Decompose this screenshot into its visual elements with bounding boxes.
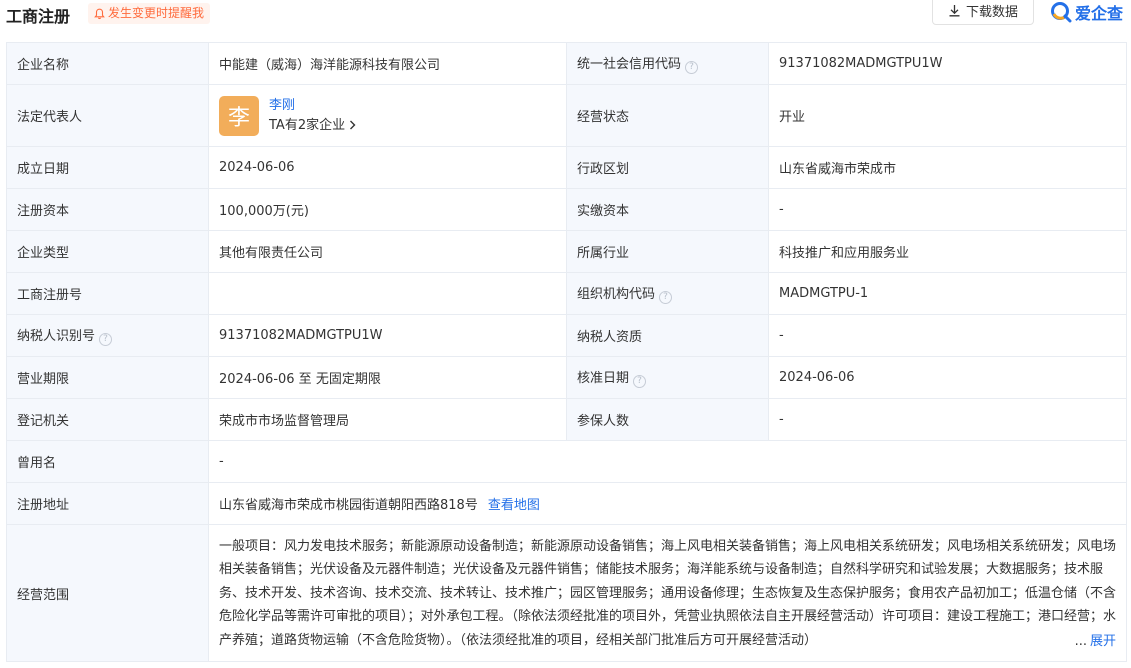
label-approval-date: 核准日期? [566,356,769,399]
remind-label: 发生变更时提醒我 [108,6,205,20]
value-org-code: MADMGTPU-1 [768,272,1127,315]
label-text: 核准日期 [577,371,630,386]
label-registration-authority: 登记机关 [6,398,209,441]
value-business-term: 2024-06-06 至 无固定期限 [208,356,567,399]
label-business-status: 经营状态 [566,84,769,147]
label-former-name: 曾用名 [6,440,209,483]
label-industry: 所属行业 [566,230,769,273]
label-taxpayer-qualification: 纳税人资质 [566,314,769,357]
download-icon [949,5,960,17]
table-row: 登记机关 荣成市市场监督管理局 参保人数 - [6,398,1127,441]
avatar[interactable]: 李 [219,95,259,136]
table-row: 成立日期 2024-06-06 行政区划 山东省威海市荣成市 [6,146,1127,189]
value-business-scope: 一般项目：风力发电技术服务；新能源原动设备制造；新能源原动设备销售；海上风电相关… [208,524,1127,662]
label-paid-capital: 实缴资本 [566,188,769,231]
value-company-name: 中能建（威海）海洋能源科技有限公司 [208,42,567,85]
section-header: 工商注册 发生变更时提醒我 下载数据 爱企查 [0,0,1131,30]
label-founded-date: 成立日期 [6,146,209,189]
label-company-name: 企业名称 [6,42,209,85]
registration-table: 企业名称 中能建（威海）海洋能源科技有限公司 统一社会信用代码? 9137108… [6,42,1127,662]
value-registration-authority: 荣成市市场监督管理局 [208,398,567,441]
legal-rep-companies-link[interactable]: TA有2家企业 [269,117,356,135]
label-taxpayer-id: 纳税人识别号? [6,314,209,357]
label-text: 统一社会信用代码 [577,57,682,72]
change-remind-button[interactable]: 发生变更时提醒我 [88,3,211,24]
value-reg-number [208,272,567,315]
value-credit-code: 91371082MADMGTPU1W [768,42,1127,85]
help-icon[interactable]: ? [99,333,113,346]
label-credit-code: 统一社会信用代码? [566,42,769,85]
value-paid-capital: - [768,188,1127,231]
value-registered-address: 山东省威海市荣成市桃园街道朝阳西路818号 查看地图 [208,482,1127,525]
label-registered-capital: 注册资本 [6,188,209,231]
value-legal-rep: 李 李刚 TA有2家企业 [208,84,567,147]
value-company-type: 其他有限责任公司 [208,230,567,273]
value-founded-date: 2024-06-06 [208,146,567,189]
label-company-type: 企业类型 [6,230,209,273]
value-approval-date: 2024-06-06 [768,356,1127,399]
business-scope-text: 一般项目：风力发电技术服务；新能源原动设备制造；新能源原动设备销售；海上风电相关… [219,538,1116,648]
rep-companies-label: TA有2家企业 [269,117,346,133]
table-row: 注册地址 山东省威海市荣成市桃园街道朝阳西路818号 查看地图 [6,482,1127,525]
help-icon[interactable]: ? [659,291,673,304]
table-row: 营业期限 2024-06-06 至 无固定期限 核准日期? 2024-06-06 [6,356,1127,399]
table-row: 纳税人识别号? 91371082MADMGTPU1W 纳税人资质 - [6,314,1127,357]
label-legal-rep: 法定代表人 [6,84,209,147]
value-former-name: - [208,440,1127,483]
aiqicha-logo: 爱企查 [1050,0,1123,24]
value-industry: 科技推广和应用服务业 [768,230,1127,273]
label-org-code: 组织机构代码? [566,272,769,315]
table-row: 工商注册号 组织机构代码? MADMGTPU-1 [6,272,1127,315]
expand-link[interactable]: 展开 [1090,634,1116,649]
value-business-status: 开业 [768,84,1127,147]
value-insured-count: - [768,398,1127,441]
label-insured-count: 参保人数 [566,398,769,441]
bell-icon [94,8,105,19]
value-admin-region: 山东省威海市荣成市 [768,146,1127,189]
help-icon[interactable]: ? [633,375,647,388]
help-icon[interactable]: ? [685,61,699,74]
table-row: 企业类型 其他有限责任公司 所属行业 科技推广和应用服务业 [6,230,1127,273]
value-registered-capital: 100,000万(元) [208,188,567,231]
view-map-link[interactable]: 查看地图 [488,498,540,513]
label-text: 组织机构代码 [577,287,656,302]
aiqicha-logo-icon [1051,2,1072,23]
download-data-button[interactable]: 下载数据 [932,0,1034,25]
label-text: 纳税人识别号 [17,329,96,344]
address-text: 山东省威海市荣成市桃园街道朝阳西路818号 [219,498,478,513]
logo-text: 爱企查 [1075,4,1124,23]
section-title: 工商注册 [6,7,71,26]
legal-rep-name-link[interactable]: 李刚 [269,97,356,115]
label-registered-address: 注册地址 [6,482,209,525]
table-row: 企业名称 中能建（威海）海洋能源科技有限公司 统一社会信用代码? 9137108… [6,42,1127,85]
value-taxpayer-id: 91371082MADMGTPU1W [208,314,567,357]
table-row: 曾用名 - [6,440,1127,483]
label-business-term: 营业期限 [6,356,209,399]
ellipsis: ... [1074,633,1087,649]
label-reg-number: 工商注册号 [6,272,209,315]
download-label: 下载数据 [965,5,1018,20]
table-row: 注册资本 100,000万(元) 实缴资本 - [6,188,1127,231]
label-business-scope: 经营范围 [6,524,209,662]
table-row: 经营范围 一般项目：风力发电技术服务；新能源原动设备制造；新能源原动设备销售；海… [6,524,1127,662]
value-taxpayer-qualification: - [768,314,1127,357]
chevron-right-icon [350,120,356,129]
expand-toggle[interactable]: ... 展开 [1054,629,1116,653]
label-admin-region: 行政区划 [566,146,769,189]
table-row: 法定代表人 李 李刚 TA有2家企业 经营状态 开业 [6,84,1127,147]
